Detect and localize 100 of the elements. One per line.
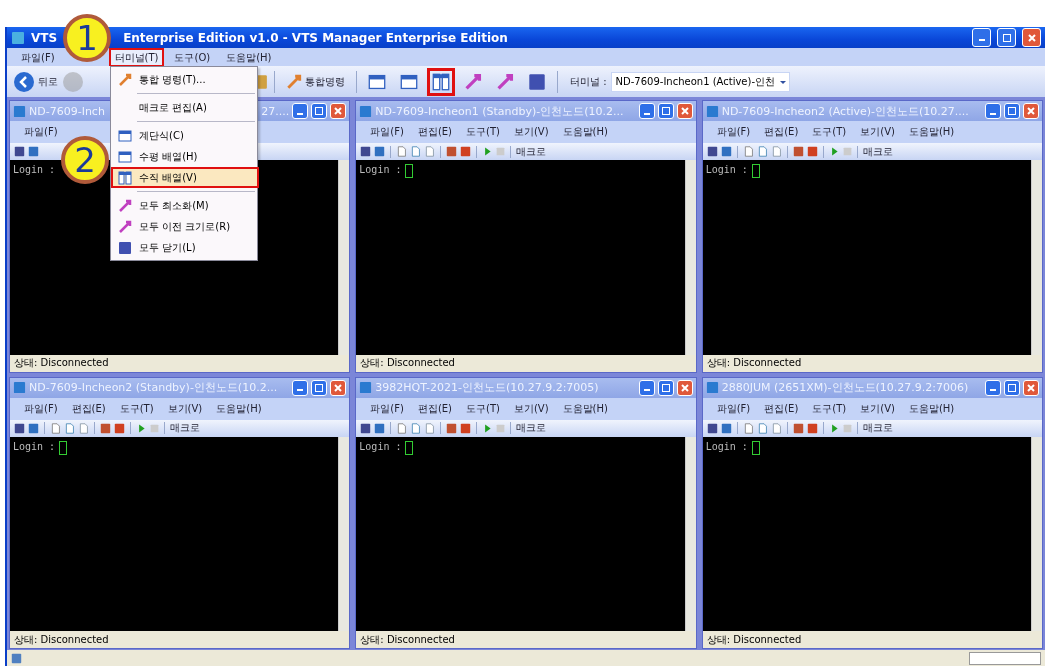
menu-item[interactable]: 편집(E) <box>764 125 799 139</box>
minimize-button[interactable] <box>292 103 309 119</box>
menu-item[interactable]: 도움말(H) <box>908 125 955 139</box>
minimize-icon <box>297 112 304 115</box>
menu-item[interactable]: 보기(V) <box>860 401 895 416</box>
back-button[interactable]: 뒤로 <box>13 70 58 93</box>
macro-label: 매크로 <box>170 422 200 434</box>
menu-item[interactable]: 도구(T) <box>812 401 847 416</box>
menu-item[interactable]: 통합 명령(T)... <box>111 69 259 90</box>
close-button[interactable] <box>330 379 347 396</box>
maximize-button[interactable] <box>657 379 674 396</box>
menu-item[interactable]: 파일(F) <box>24 401 58 416</box>
connection-status: 상태: Disconnected <box>356 631 696 648</box>
maximize-icon <box>1008 383 1016 392</box>
window-title: 3982HQT-2021-인천노드(10.27.9.2:7005) <box>375 380 599 395</box>
close-button[interactable] <box>1023 103 1039 119</box>
menu-item[interactable]: 모두 이전 크기로(R) <box>111 216 259 237</box>
maximize-icon <box>661 107 670 115</box>
menu-item[interactable]: 파일(F) <box>15 47 61 67</box>
login-prompt: Login : <box>359 440 402 452</box>
menu-item[interactable]: 도움말(H) <box>216 401 262 416</box>
tile-horizontal-icon <box>400 72 418 91</box>
menu-item[interactable]: 도구(T) <box>466 401 500 416</box>
maximize-button[interactable] <box>311 379 328 396</box>
play-icon <box>136 422 147 434</box>
cursor <box>751 440 760 455</box>
close-button[interactable] <box>1023 379 1039 396</box>
document-icon <box>50 422 61 434</box>
menu-item[interactable]: 파일(F) <box>716 125 751 139</box>
menu-item[interactable]: 수직 배열(V) <box>111 167 259 188</box>
menu-item[interactable]: 파일(F) <box>24 125 58 139</box>
minimize-icon <box>643 389 650 391</box>
cursor <box>405 440 414 455</box>
paste-icon <box>424 146 436 157</box>
menu-item[interactable]: 모두 최소화(M) <box>111 195 259 216</box>
copy-icon <box>410 422 422 434</box>
menu-item[interactable]: 파일(F) <box>370 125 404 139</box>
menu-item[interactable]: 도움말(H) <box>562 125 608 139</box>
menu-item[interactable]: 도움말(H) <box>562 401 608 416</box>
close-icon <box>1027 107 1035 115</box>
minimize-button[interactable] <box>638 379 655 396</box>
login-prompt: Login : <box>13 440 56 452</box>
maximize-button[interactable] <box>997 28 1016 47</box>
close-button[interactable] <box>676 379 693 396</box>
close-button[interactable] <box>676 103 693 119</box>
command-button[interactable]: 통합명령 <box>281 68 350 95</box>
menu-item[interactable]: 도구(O) <box>168 47 217 67</box>
menu-item[interactable]: 편집(E) <box>417 401 452 416</box>
menu-item[interactable]: 보기(V) <box>513 125 549 139</box>
menu-item[interactable]: 도구(T) <box>812 125 847 139</box>
minimize-icon <box>990 389 996 391</box>
menu-item[interactable]: 매크로 편집(A) <box>111 97 259 118</box>
terminal-dropdown[interactable]: ND-7609-Incheon1 (Active)-인천 <box>610 71 791 92</box>
close-button[interactable] <box>1022 28 1041 47</box>
menu-item[interactable]: 도구(T) <box>119 401 154 416</box>
maximize-icon <box>1002 33 1011 42</box>
cascade-icon <box>118 128 132 143</box>
menu-item[interactable]: 도움말(H) <box>220 47 278 67</box>
maximize-button[interactable] <box>1004 379 1020 396</box>
minimize-icon <box>978 39 985 41</box>
menu-item[interactable]: 수평 배열(H) <box>111 146 259 167</box>
minimize-button[interactable] <box>972 28 991 47</box>
window-title: ND-7609-Incheon1 (Standby)-인천노드(10.2... <box>375 103 624 119</box>
menu-item[interactable]: 터미널(T) <box>108 47 165 67</box>
tile-vertical-button[interactable] <box>427 67 455 96</box>
menu-item[interactable]: 편집(E) <box>764 401 799 416</box>
window-title: ND-7609-Incheon2 (Active)-인천노드(10.27.... <box>721 103 969 119</box>
menu-item[interactable]: 보기(V) <box>860 125 895 139</box>
menu-item[interactable]: 도구(T) <box>466 125 500 139</box>
close-icon <box>680 383 689 392</box>
close-button[interactable] <box>330 103 347 119</box>
window-title: 2880JUM (2651XM)-인천노드(10.27.9.2:7006) <box>721 380 969 395</box>
status-field <box>969 651 1041 665</box>
close-icon <box>334 383 343 392</box>
menu-item[interactable]: 계단식(C) <box>111 125 259 146</box>
window-title: VTS <box>31 30 58 45</box>
menu-item[interactable]: 보기(V) <box>513 401 549 416</box>
menu-item[interactable]: 파일(F) <box>370 401 404 416</box>
paste-icon <box>424 422 436 434</box>
minimize-icon <box>990 112 996 115</box>
menu-item[interactable]: 편집(E) <box>71 401 106 416</box>
maximize-button[interactable] <box>657 103 674 119</box>
minimize-button[interactable] <box>985 379 1001 396</box>
minimize-button[interactable] <box>292 379 309 396</box>
tile-horizontal-icon <box>118 149 132 164</box>
paste-icon <box>78 422 89 434</box>
maximize-button[interactable] <box>311 103 328 119</box>
step-number: 1 <box>63 14 111 62</box>
maximize-button[interactable] <box>1004 103 1020 119</box>
minimize-button[interactable] <box>638 103 655 119</box>
document-icon <box>742 422 754 434</box>
menu-item[interactable]: 도움말(H) <box>908 401 955 416</box>
macro-label: 매크로 <box>862 422 893 434</box>
macro-label: 매크로 <box>516 422 547 434</box>
menu-item[interactable]: 보기(V) <box>167 401 203 416</box>
tile-vertical-icon <box>432 72 450 91</box>
menu-item[interactable]: 모두 닫기(L) <box>111 237 259 258</box>
menu-item[interactable]: 파일(F) <box>716 401 751 416</box>
menu-item[interactable]: 편집(E) <box>417 125 452 139</box>
minimize-icon <box>297 389 304 391</box>
